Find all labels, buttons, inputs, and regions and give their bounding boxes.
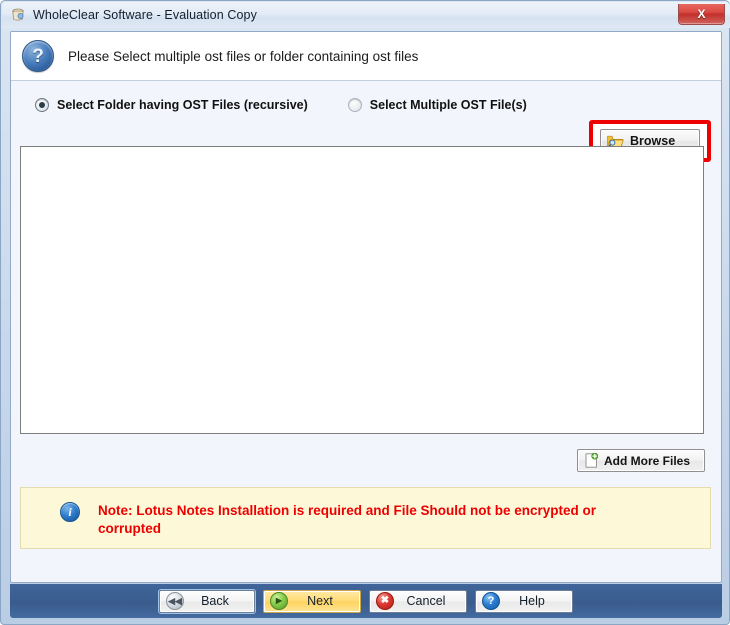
radio-option-multiple-files[interactable]: Select Multiple OST File(s) [347,97,527,112]
radio-folder-indicator[interactable] [35,97,49,112]
help-icon: ? [482,592,500,610]
radio-multiple-label: Select Multiple OST File(s) [369,97,527,112]
title-bar: WholeClear Software - Evaluation Copy X [2,2,730,28]
instruction-header: ? Please Select multiple ost files or fo… [11,32,721,81]
cancel-button-label: Cancel [406,594,446,608]
client-area: ? Please Select multiple ost files or fo… [10,31,722,583]
help-button[interactable]: ? Help [475,589,573,613]
note-banner: i Note: Lotus Notes Installation is requ… [20,487,711,549]
question-mark-icon: ? [22,40,54,72]
next-button[interactable]: ▶ Next [263,589,361,613]
application-window: WholeClear Software - Evaluation Copy X … [0,0,730,625]
radio-multiple-indicator[interactable] [347,97,362,112]
window-title: WholeClear Software - Evaluation Copy [33,8,257,22]
close-icon: X [697,7,706,21]
radio-option-folder[interactable]: Select Folder having OST Files (recursiv… [35,97,308,112]
back-button-label: Back [201,594,229,608]
question-mark-glyph: ? [32,45,44,67]
help-button-label: Help [519,594,545,608]
cancel-icon: ✖ [376,592,394,610]
note-text: Note: Lotus Notes Installation is requir… [98,503,597,537]
footer-button-bar: ◀◀ Back ▶ Next ✖ Cancel ? Help [10,584,722,618]
add-more-files-label: Add More Files [604,453,691,468]
info-icon-glyph: i [68,505,72,519]
cancel-button[interactable]: ✖ Cancel [369,589,467,613]
info-icon: i [60,502,80,522]
play-icon: ▶ [270,592,288,610]
selected-files-listbox[interactable] [20,146,704,434]
back-button[interactable]: ◀◀ Back [159,589,255,613]
page-add-icon [585,452,599,468]
app-icon [10,7,26,23]
instruction-text: Please Select multiple ost files or fold… [68,48,419,64]
radio-folder-label: Select Folder having OST Files (recursiv… [57,97,308,112]
add-more-files-button[interactable]: Add More Files [577,449,705,472]
rewind-icon: ◀◀ [166,592,184,610]
close-button[interactable]: X [678,4,725,25]
next-button-label: Next [307,594,333,608]
